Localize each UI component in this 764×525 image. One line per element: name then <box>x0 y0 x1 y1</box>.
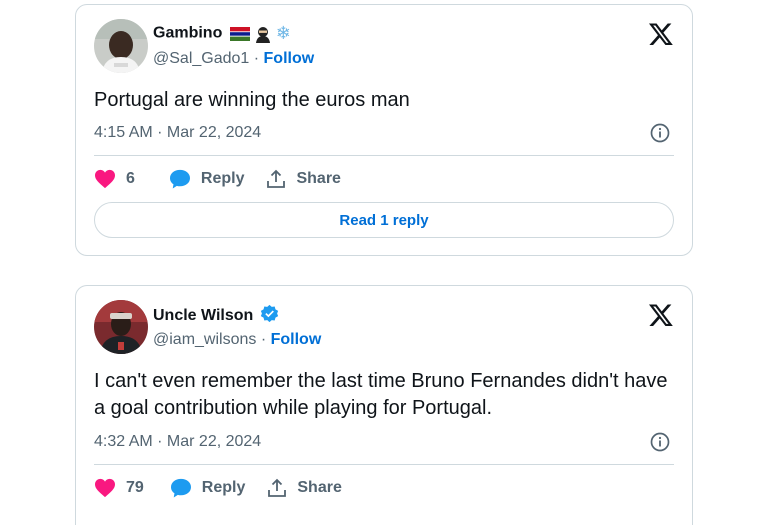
info-icon[interactable] <box>650 432 670 452</box>
action-bar: 79 Reply Share <box>94 473 364 503</box>
share-label: Share <box>297 479 342 496</box>
like-count: 79 <box>126 479 144 496</box>
handle[interactable]: @Sal_Gado1 <box>153 50 249 67</box>
like-button[interactable]: 6 <box>94 169 135 189</box>
share-button[interactable]: Share <box>267 478 342 498</box>
share-button[interactable]: Share <box>266 169 341 189</box>
snowflake-icon: ❄ <box>275 23 291 43</box>
timestamp[interactable]: 4:15 AM · Mar 22, 2024 <box>94 124 261 142</box>
heart-icon <box>95 169 115 189</box>
gambia-flag-icon <box>229 26 250 41</box>
display-name[interactable]: Uncle Wilson <box>153 304 279 325</box>
tweet-card: Uncle Wilson @iam_wilsons · Follow I can… <box>75 285 693 525</box>
like-button[interactable]: 79 <box>94 478 144 498</box>
info-icon[interactable] <box>650 123 670 143</box>
ninja-icon <box>255 26 270 43</box>
reply-label: Reply <box>201 479 246 496</box>
like-count: 6 <box>126 170 135 187</box>
verified-badge-icon <box>260 304 278 323</box>
x-logo-icon[interactable] <box>648 302 674 328</box>
display-name[interactable]: Gambino ❄ <box>153 23 291 44</box>
share-label: Share <box>296 170 341 187</box>
tweet-text: I can't even remember the last time Brun… <box>94 370 668 419</box>
avatar[interactable] <box>94 19 148 73</box>
timestamp[interactable]: 4:32 AM · Mar 22, 2024 <box>94 433 261 451</box>
handle[interactable]: @iam_wilsons <box>153 331 256 348</box>
display-name-text[interactable]: Gambino <box>153 25 222 42</box>
name-emojis: ❄ <box>229 23 291 44</box>
handle-line: @iam_wilsons · Follow <box>153 331 321 349</box>
avatar[interactable] <box>94 300 148 354</box>
share-icon <box>267 169 286 188</box>
follow-link[interactable]: Follow <box>271 331 322 348</box>
reply-label: Reply <box>200 170 245 187</box>
heart-icon <box>95 478 115 498</box>
handle-line: @Sal_Gado1 · Follow <box>153 50 314 68</box>
follow-link[interactable]: Follow <box>264 50 315 67</box>
tweet-text: Portugal are winning the euros man <box>94 89 410 111</box>
separator: · <box>256 331 271 348</box>
action-bar: 6 Reply Share <box>94 164 363 194</box>
share-icon <box>268 478 287 497</box>
read-replies-button[interactable]: Read 1 reply <box>94 202 674 238</box>
x-logo-icon[interactable] <box>648 21 674 47</box>
divider <box>94 464 674 465</box>
reply-button[interactable]: Reply <box>170 478 246 498</box>
reply-bubble-icon <box>169 169 190 189</box>
reply-bubble-icon <box>170 478 191 498</box>
reply-button[interactable]: Reply <box>169 169 245 189</box>
divider <box>94 155 674 156</box>
display-name-text[interactable]: Uncle Wilson <box>153 307 253 324</box>
tweet-card: Gambino ❄ @Sal_Gado1 · Follow Portugal a… <box>75 4 693 256</box>
separator: · <box>249 50 264 67</box>
